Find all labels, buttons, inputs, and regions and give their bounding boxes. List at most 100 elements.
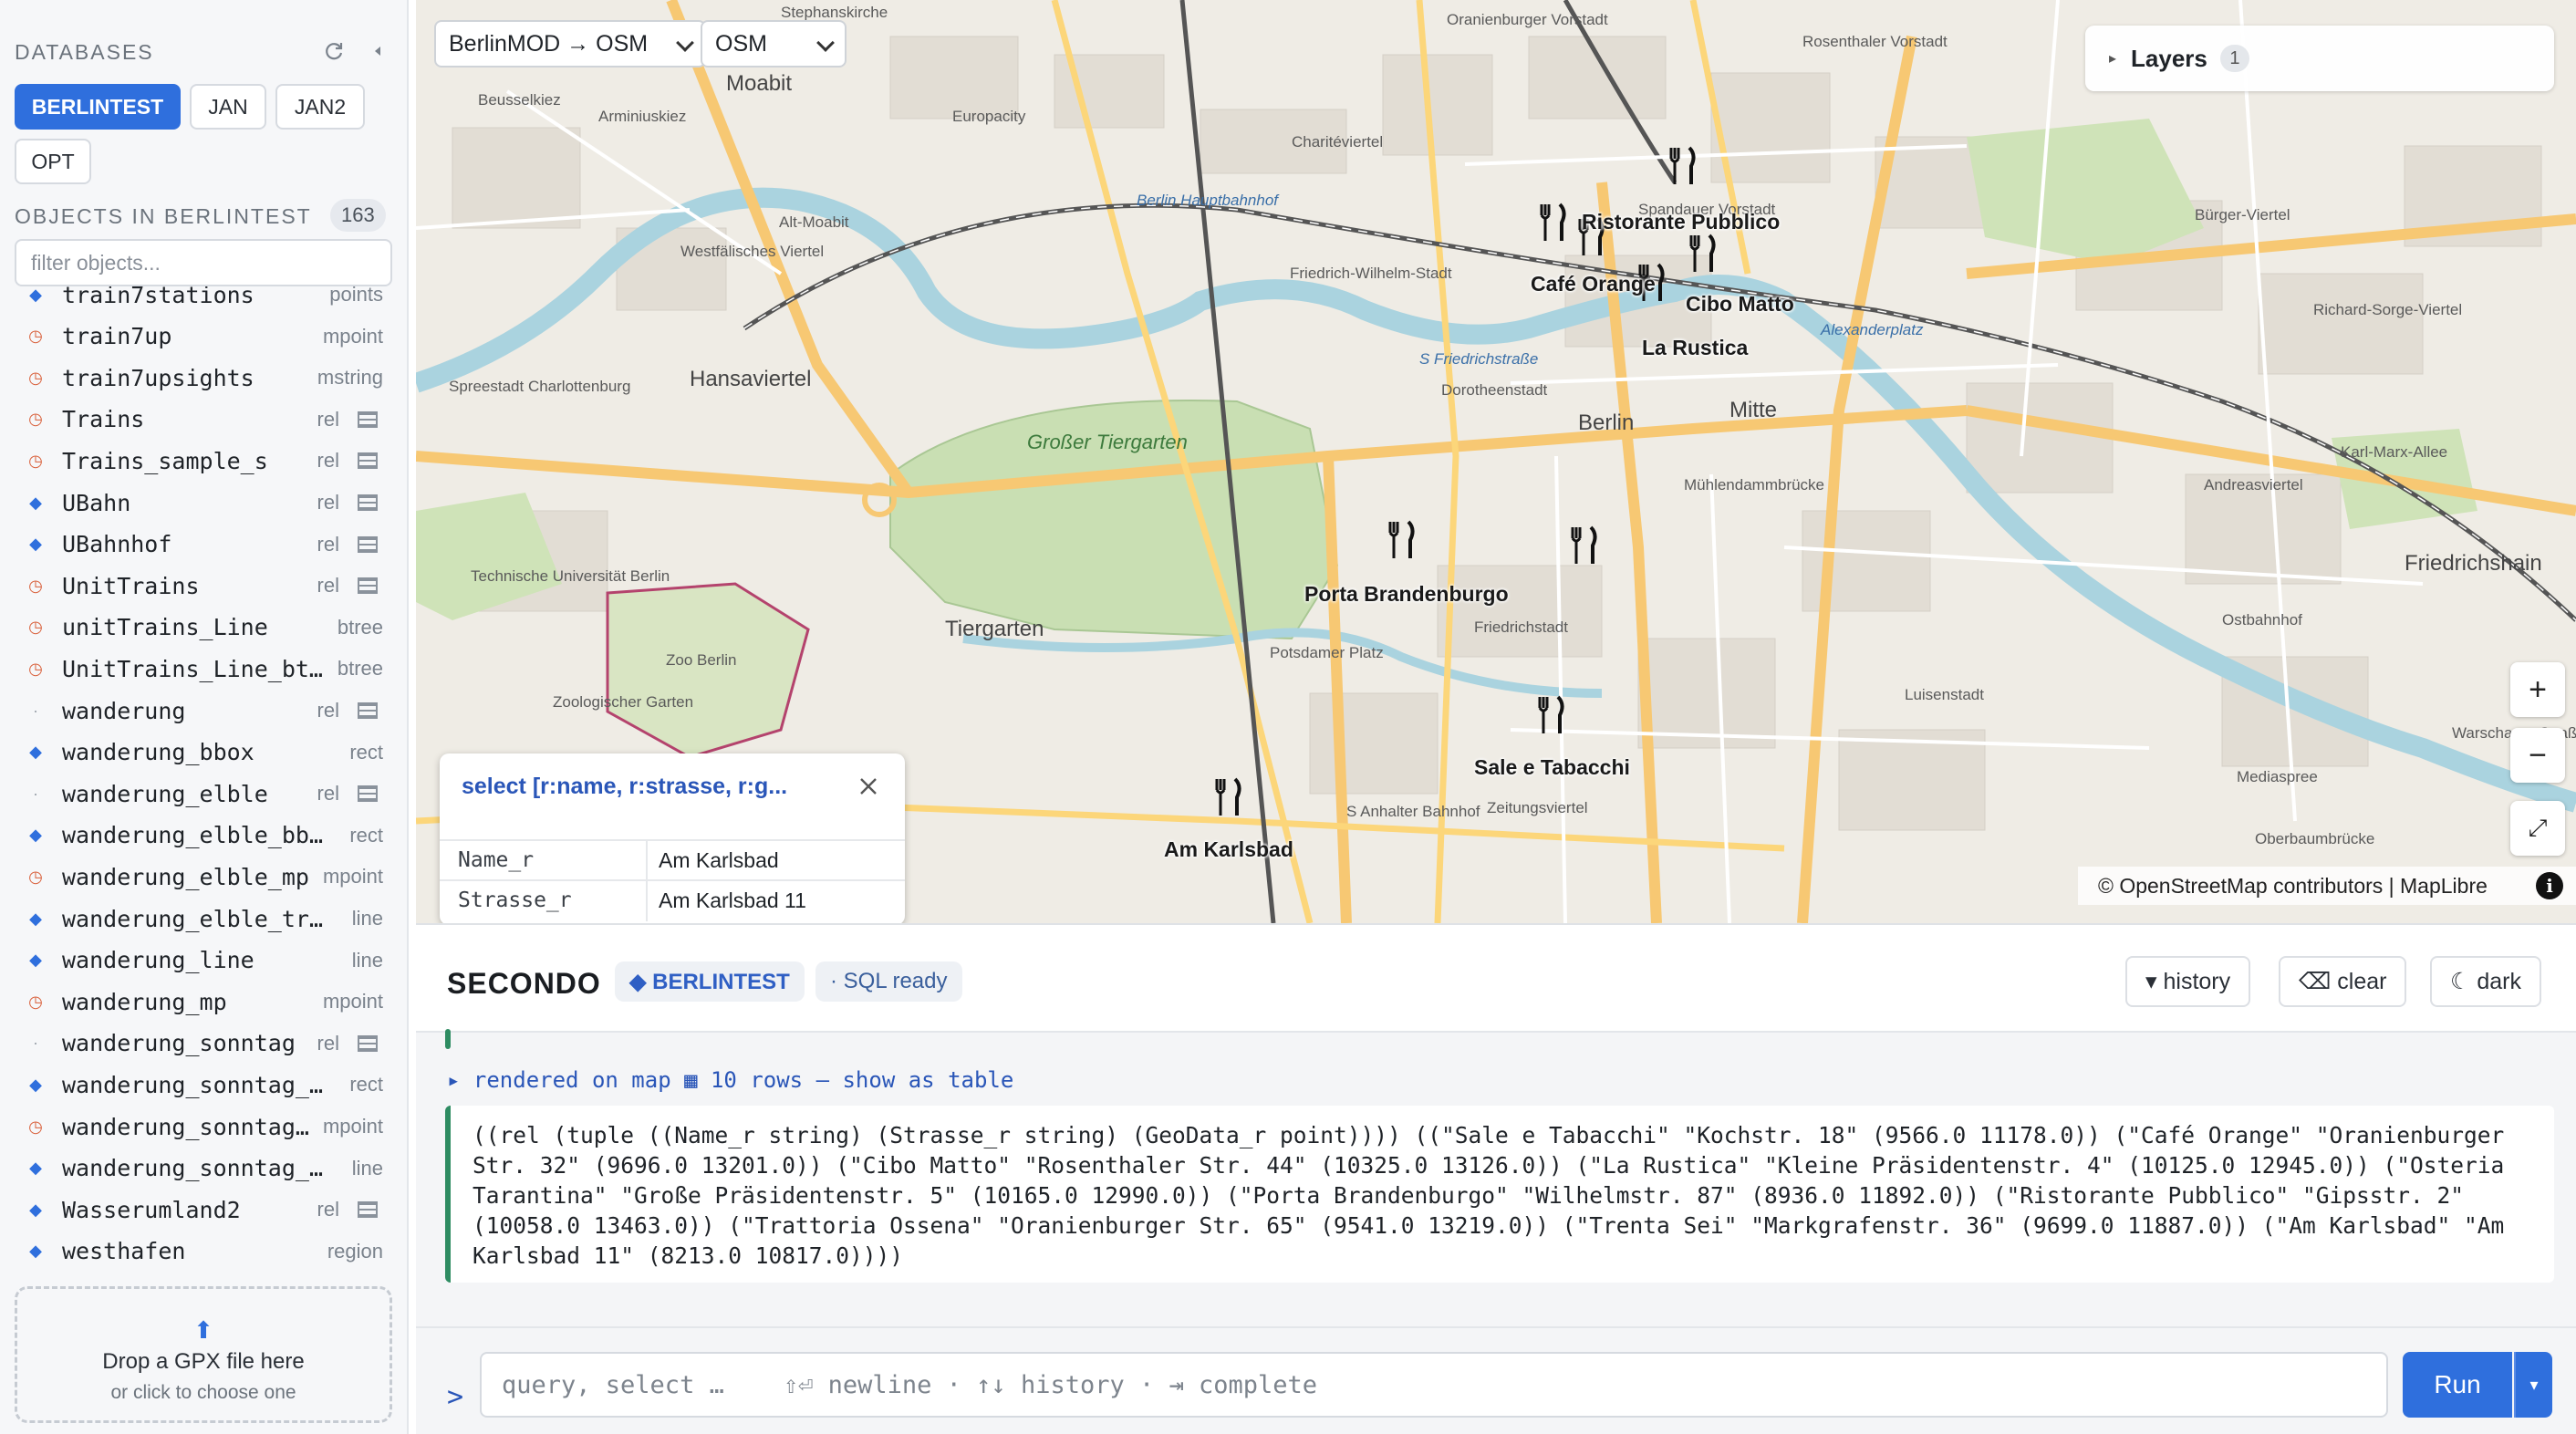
restaurant-marker-icon[interactable] [1211, 777, 1244, 817]
object-list-item[interactable]: · wanderung rel [0, 690, 407, 732]
popup-title: select [r:name, r:strasse, r:g... [462, 774, 788, 799]
layers-panel[interactable]: ▸ Layers 1 [2085, 26, 2554, 91]
object-type: region [327, 1239, 383, 1263]
object-list-item[interactable]: ◷ train7up mpoint [0, 316, 407, 358]
object-list-item[interactable]: ◷ wanderung_elble_mp mpoint [0, 856, 407, 898]
close-icon[interactable] [857, 775, 879, 797]
poi-label-cibo-matto[interactable]: Cibo Matto [1686, 292, 1794, 317]
table-view-icon[interactable] [358, 535, 378, 553]
poi-label-la-rustica[interactable]: La Rustica [1642, 336, 1748, 360]
run-options-icon[interactable]: ▾ [2514, 1352, 2552, 1418]
db-button-berlintest[interactable]: BERLINTEST [15, 84, 181, 130]
db-button-jan2[interactable]: JAN2 [275, 84, 365, 130]
restaurant-marker-icon[interactable] [1534, 695, 1567, 735]
restaurant-marker-icon[interactable] [1567, 525, 1600, 566]
object-list-item[interactable]: ◆ Wasserumland2 rel [0, 1189, 407, 1231]
poi-label-porta-brandenburgo[interactable]: Porta Brandenburgo [1304, 582, 1509, 607]
table-view-icon[interactable] [358, 410, 378, 428]
clock-icon: ◷ [28, 410, 43, 429]
object-type: rel [317, 699, 339, 722]
table-view-icon[interactable] [358, 1201, 378, 1219]
basemap-select[interactable]: OSM [701, 20, 847, 68]
refresh-icon[interactable] [323, 40, 345, 62]
object-list-item[interactable]: ◷ train7upsights mstring [0, 357, 407, 399]
db-button-jan[interactable]: JAN [190, 84, 266, 130]
show-as-table-link[interactable]: ▸ rendered on map ▦ 10 rows — show as ta… [447, 1067, 1013, 1093]
dark-mode-button[interactable]: ☾ dark [2430, 956, 2541, 1007]
restaurant-marker-icon[interactable] [1666, 146, 1698, 186]
place-label: Alexanderplatz [1821, 321, 1924, 338]
object-name: wanderung_elble [62, 780, 268, 807]
info-icon[interactable]: i [2536, 872, 2563, 899]
object-list-item[interactable]: · wanderung_elble rel [0, 773, 407, 815]
object-list-item[interactable]: ◆ wanderung_elble_bbox rect [0, 815, 407, 857]
table-view-icon[interactable] [358, 1034, 378, 1052]
restaurant-marker-icon[interactable] [1686, 234, 1719, 274]
object-type: btree [337, 657, 383, 681]
object-name: wanderung_sonntag… [62, 1113, 309, 1140]
map-attribution[interactable]: © OpenStreetMap contributors | MapLibre … [2078, 867, 2576, 905]
object-list-item[interactable]: ◆ wanderung_bbox rect [0, 732, 407, 774]
popup-row: Strasse_r Am Karlsbad 11 [440, 879, 905, 921]
object-list-item[interactable]: ◆ wanderung_sonntag_t… line [0, 1148, 407, 1190]
object-name: UnitTrains_Line_bt… [62, 655, 323, 682]
map-view[interactable]: Stephanskirche Oranienburger Vorstadt Ro… [416, 0, 2576, 923]
table-view-icon[interactable] [358, 452, 378, 470]
object-list-item[interactable]: ◷ UnitTrains rel [0, 565, 407, 607]
object-list-item[interactable]: ◆ wanderung_elble_tra… line [0, 898, 407, 940]
clear-button[interactable]: ⌫ clear [2279, 956, 2407, 1007]
object-list-item[interactable]: ◆ wanderung_sonntag_b… rect [0, 1064, 407, 1106]
object-name: train7stations [62, 286, 254, 308]
query-input[interactable] [480, 1352, 2388, 1418]
layers-label: Layers [2131, 44, 2207, 72]
table-view-icon[interactable] [358, 494, 378, 511]
place-label: Zoo Berlin [666, 651, 737, 669]
object-list-item[interactable]: ◷ UnitTrains_Line_bt… btree [0, 648, 407, 690]
filter-objects-input[interactable] [15, 239, 392, 286]
poi-label-ristorante-pubblico[interactable]: Ristorante Pubblico [1582, 210, 1780, 234]
zoom-out-button[interactable]: − [2510, 728, 2565, 783]
projection-select[interactable]: BerlinMOD → OSM [434, 20, 706, 68]
object-list-item[interactable]: ◆ train7stations points [0, 286, 407, 316]
restaurant-marker-icon[interactable] [1536, 203, 1569, 243]
table-view-icon[interactable] [358, 785, 378, 803]
chevron-down-icon [816, 34, 835, 52]
history-button[interactable]: ▾ history [2125, 956, 2251, 1007]
object-list-item[interactable]: ◆ UBahnhof rel [0, 524, 407, 566]
table-view-icon[interactable] [358, 702, 378, 719]
gpx-dropzone[interactable]: ⬆ Drop a GPX file here or click to choos… [15, 1286, 392, 1423]
poi-label-sale-e-tabacchi[interactable]: Sale e Tabacchi [1474, 755, 1630, 780]
object-type: mstring [317, 366, 383, 390]
table-view-icon[interactable] [358, 577, 378, 595]
object-list-item[interactable]: ◷ unitTrains_Line btree [0, 607, 407, 649]
object-type: mpoint [322, 1115, 383, 1138]
place-label: Luisenstadt [1905, 686, 1984, 703]
place-label: Stephanskirche [781, 4, 888, 21]
run-button[interactable]: Run [2403, 1352, 2512, 1418]
poi-label-cafe-orange[interactable]: Café Orange [1531, 272, 1656, 296]
object-name: westhafen [62, 1238, 186, 1265]
object-list-item[interactable]: · wanderung_sonntag rel [0, 1023, 407, 1065]
diamond-icon: ◆ [29, 286, 42, 304]
object-type: rect [349, 1073, 383, 1096]
object-list-item[interactable]: ◆ UBahn rel [0, 482, 407, 524]
place-label: Moabit [726, 71, 793, 96]
objects-list: ◆ train7stations points ◷ train7up mpoint ◷ tra… [0, 286, 407, 1281]
object-list-item[interactable]: ◷ Trains_sample_s rel [0, 440, 407, 482]
zoom-in-button[interactable]: + [2510, 662, 2565, 717]
poi-label-am-karlsbad[interactable]: Am Karlsbad [1164, 837, 1293, 862]
object-list-item[interactable]: ◷ wanderung_sonntag… mpoint [0, 1106, 407, 1148]
object-list-item[interactable]: ◆ westhafen region [0, 1231, 407, 1273]
console-toolbar: SECONDO ◆ BERLINTEST · SQL ready ▾ histo… [416, 923, 2576, 1033]
fullscreen-button[interactable]: ⤢ [2510, 801, 2565, 856]
objects-heading: OBJECTS IN BERLINTEST [15, 204, 312, 228]
object-name: wanderung_elble_tra… [62, 905, 323, 932]
object-list-item[interactable]: ◆ wanderung_line line [0, 940, 407, 982]
object-type: line [351, 1156, 383, 1179]
object-list-item[interactable]: ◷ Trains rel [0, 399, 407, 441]
object-list-item[interactable]: ◷ wanderung_mp mpoint [0, 981, 407, 1023]
object-type: rect [349, 740, 383, 764]
collapse-sidebar-icon[interactable] [370, 44, 385, 58]
db-button-opt[interactable]: OPT [15, 139, 91, 184]
restaurant-marker-icon[interactable] [1385, 520, 1418, 560]
